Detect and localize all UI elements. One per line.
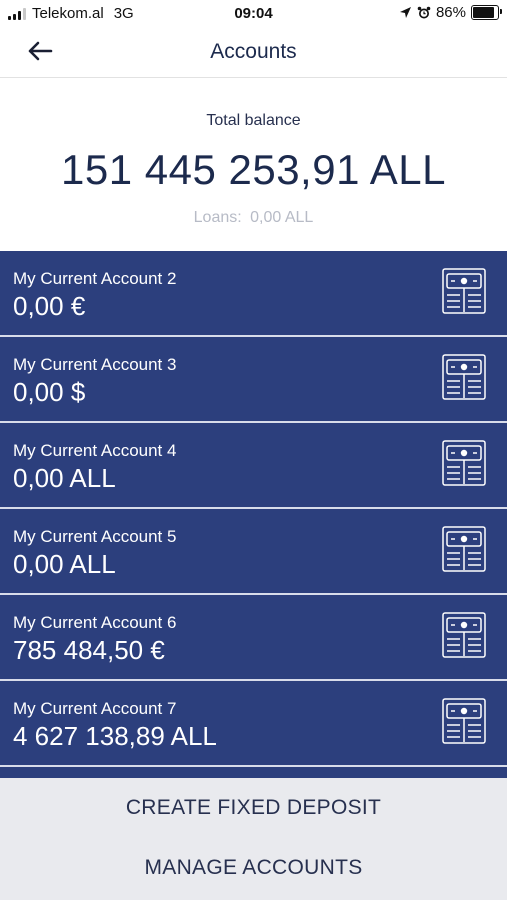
account-name: My Current Account 6 (13, 613, 177, 632)
accounts-screen: Telekom.al 3G 09:04 86% Accounts Total b… (0, 0, 507, 900)
banknote-stack-icon[interactable] (442, 612, 486, 658)
account-name: My Current Account 3 (13, 355, 177, 374)
banknote-stack-icon[interactable] (442, 268, 486, 314)
location-arrow-icon (399, 7, 411, 18)
page-title: Accounts (210, 40, 297, 63)
status-bar: Telekom.al 3G 09:04 86% (0, 0, 507, 28)
banknote-stack-icon[interactable] (442, 526, 486, 572)
alarm-icon (417, 6, 431, 18)
accounts-list[interactable]: My Current Account 2 0,00 € My Current Acc… (0, 251, 507, 780)
loans-value: 0,00 ALL (250, 209, 314, 226)
balance-summary: Total balance 151 445 253,91 ALL Loans: … (0, 78, 507, 251)
account-balance: 0,00 ALL (13, 463, 116, 493)
total-balance-label: Total balance (206, 112, 301, 129)
create-fixed-deposit-button[interactable]: CREATE FIXED DEPOSIT (0, 780, 507, 836)
account-row[interactable]: My Current Account 7 4 627 138,89 ALL (0, 681, 507, 767)
account-name: My Current Account 5 (13, 527, 177, 546)
loans-label: Loans: (193, 209, 242, 226)
account-name: My Current Account 4 (13, 441, 177, 460)
account-balance: 0,00 € (13, 291, 86, 321)
account-balance: 4 627 138,89 ALL (13, 721, 217, 751)
battery-icon (471, 5, 502, 20)
bottom-actions: CREATE FIXED DEPOSIT MANAGE ACCOUNTS (0, 778, 507, 900)
account-row[interactable]: My Current Account 6 785 484,50 € (0, 595, 507, 681)
total-balance-amount: 151 445 253,91 ALL (60, 146, 447, 193)
account-row[interactable]: My Current Account 5 0,00 ALL (0, 509, 507, 595)
banknote-stack-icon[interactable] (442, 354, 486, 400)
account-name: My Current Account 2 (13, 269, 177, 288)
manage-accounts-button[interactable]: MANAGE ACCOUNTS (0, 840, 507, 896)
account-name: My Current Account 7 (13, 699, 177, 718)
battery-fill (473, 7, 494, 18)
account-row[interactable]: My Current Account 4 0,00 ALL (0, 423, 507, 509)
account-row[interactable]: My Current Account 2 0,00 € (0, 251, 507, 337)
banknote-stack-icon[interactable] (442, 698, 486, 744)
status-right: 86% (399, 4, 502, 21)
battery-percent: 86% (435, 4, 466, 21)
account-row[interactable]: My Current Account 3 0,00 $ (0, 337, 507, 423)
loans-line: Loans: 0,00 ALL (0, 209, 507, 227)
account-balance: 0,00 ALL (13, 549, 116, 579)
banknote-stack-icon[interactable] (442, 440, 486, 486)
nav-bar: Accounts (0, 28, 507, 78)
account-balance: 0,00 $ (13, 377, 86, 407)
account-balance: 785 484,50 € (13, 635, 165, 665)
